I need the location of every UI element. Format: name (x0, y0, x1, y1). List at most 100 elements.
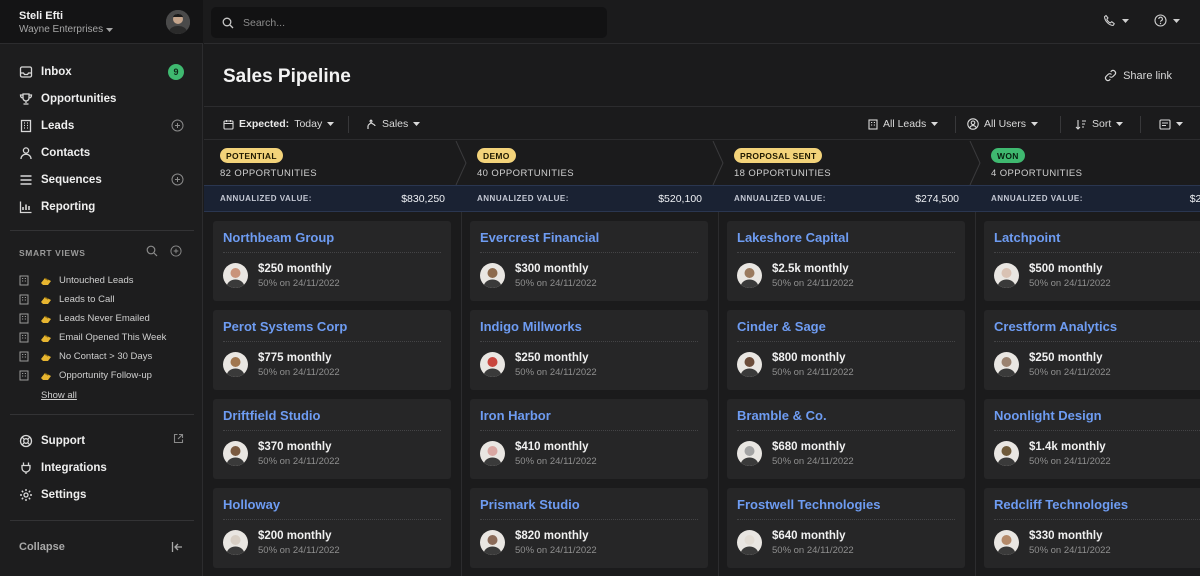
opportunity-card[interactable]: Driftfield Studio $370 monthly 50% on 24/1… (213, 399, 451, 479)
opportunity-company-name[interactable]: Holloway (223, 497, 280, 512)
show-all-smart-views-link[interactable]: Show all (41, 390, 77, 401)
opportunity-card[interactable]: Noonlight Design $1.4k monthly 50% on 24/1… (984, 399, 1200, 479)
opportunity-card[interactable]: Cinder & Sage $800 monthly 50% on 24/11/20… (727, 310, 965, 390)
opportunity-company-name[interactable]: Indigo Millworks (480, 319, 582, 334)
opportunity-card[interactable]: Perot Systems Corp $775 monthly 50% on 24/… (213, 310, 451, 390)
opportunity-company-name[interactable]: Noonlight Design (994, 408, 1102, 423)
global-search[interactable] (211, 7, 607, 38)
expected-date-filter[interactable]: Expected: Today (223, 108, 335, 140)
smart-view-label: No Contact > 30 Days (59, 351, 153, 362)
add-smart-view-icon[interactable] (170, 245, 182, 257)
share-link-button[interactable]: Share link (1104, 69, 1172, 82)
nav-reporting-label: Reporting (41, 200, 96, 213)
phone-menu-button[interactable] (1103, 14, 1129, 27)
opportunity-card[interactable]: Bramble & Co. $680 monthly 50% on 24/11/20… (727, 399, 965, 479)
opportunity-company-name[interactable]: Latchpoint (994, 230, 1060, 245)
filter-separator (1140, 116, 1141, 133)
collapse-arrow-icon[interactable] (171, 541, 183, 553)
pipeline-column: WON 4 OPPORTUNITIES ANNUALIZED VALUE: $29,7… (975, 141, 1200, 576)
smart-view-item[interactable]: Email Opened This Week (19, 328, 166, 347)
caret-down-icon (327, 122, 335, 126)
search-input[interactable] (243, 16, 583, 29)
card-divider (480, 252, 698, 253)
opportunity-company-name[interactable]: Cinder & Sage (737, 319, 826, 334)
list-icon (20, 174, 32, 185)
opportunity-company-name[interactable]: Northbeam Group (223, 230, 334, 245)
card-divider (223, 341, 441, 342)
column-separator (461, 212, 462, 576)
view-options-button[interactable] (1159, 108, 1183, 140)
pipeline-filter[interactable]: Sales (366, 108, 421, 140)
add-sequence-icon[interactable] (171, 173, 184, 186)
card-divider (223, 430, 441, 431)
opportunity-card[interactable]: Evercrest Financial $300 monthly 50% on 24… (470, 221, 708, 301)
smart-view-item[interactable]: Opportunity Follow-up (19, 366, 152, 385)
avatar (223, 530, 248, 555)
opportunity-card[interactable]: Latchpoint $500 monthly 50% on 24/11/2022 (984, 221, 1200, 301)
stage-badge: POTENTIAL (220, 148, 283, 163)
nav-leads[interactable]: Leads (0, 112, 203, 139)
sidebar: Steli Efti Wayne Enterprises Inbox 9 Opp… (0, 0, 203, 576)
caret-down-icon (106, 27, 114, 32)
user-name: Steli Efti (19, 10, 64, 22)
opportunity-company-name[interactable]: Redcliff Technologies (994, 497, 1128, 512)
users-filter[interactable]: All Users (967, 108, 1039, 140)
support-icon (19, 434, 33, 447)
nav-inbox[interactable]: Inbox 9 (0, 58, 203, 85)
help-menu-button[interactable] (1154, 14, 1180, 27)
search-icon[interactable] (146, 245, 158, 257)
gear-icon (20, 488, 32, 501)
leads-filter-value: All Leads (883, 118, 927, 130)
opportunity-company-name[interactable]: Lakeshore Capital (737, 230, 849, 245)
avatar (480, 530, 505, 555)
smart-view-label: Email Opened This Week (59, 332, 167, 343)
caret-down-icon (413, 122, 421, 126)
opportunity-card[interactable]: Redcliff Technologies $330 monthly 50% on … (984, 488, 1200, 568)
opportunity-card[interactable]: Indigo Millworks $250 monthly 50% on 24/11… (470, 310, 708, 390)
opportunity-card[interactable]: Prismark Studio $820 monthly 50% on 24/11/… (470, 488, 708, 568)
opportunity-card[interactable]: Crestform Analytics $250 monthly 50% on 24… (984, 310, 1200, 390)
opportunity-value: $800 monthly (772, 352, 846, 364)
opportunity-company-name[interactable]: Iron Harbor (480, 408, 551, 423)
opportunity-company-name[interactable]: Driftfield Studio (223, 408, 321, 423)
nav-opportunities[interactable]: Opportunities (0, 85, 203, 112)
opportunity-value: $410 monthly (515, 441, 589, 453)
inbox-icon (19, 65, 33, 78)
smart-view-item[interactable]: No Contact > 30 Days (19, 347, 152, 366)
nav-contacts[interactable]: Contacts (0, 139, 203, 166)
nav-integrations[interactable]: Integrations (0, 454, 203, 481)
opportunity-card[interactable]: Holloway $200 monthly 50% on 24/11/2022 (213, 488, 451, 568)
opportunity-company-name[interactable]: Evercrest Financial (480, 230, 599, 245)
smart-view-item[interactable]: Untouched Leads (19, 271, 133, 290)
opportunity-company-name[interactable]: Crestform Analytics (994, 319, 1117, 334)
opportunity-company-name[interactable]: Prismark Studio (480, 497, 580, 512)
stage-badge: DEMO (477, 148, 516, 163)
nav-settings[interactable]: Settings (0, 481, 203, 508)
collapse-sidebar-button[interactable]: Collapse (19, 541, 65, 553)
nav-support[interactable]: Support (0, 427, 203, 454)
opportunity-card[interactable]: Lakeshore Capital $2.5k monthly 50% on 24/… (727, 221, 965, 301)
account-switcher[interactable]: Steli Efti Wayne Enterprises (0, 0, 203, 44)
sort-icon (1075, 119, 1086, 130)
opportunity-card[interactable]: Frostwell Technologies $640 monthly 50% on… (727, 488, 965, 568)
opportunity-card[interactable]: Northbeam Group $250 monthly 50% on 24/11/… (213, 221, 451, 301)
nav-reporting[interactable]: Reporting (0, 193, 203, 220)
user-avatar[interactable] (166, 10, 190, 34)
sort-button[interactable]: Sort (1075, 108, 1124, 140)
add-lead-icon[interactable] (171, 119, 184, 132)
org-name: Wayne Enterprises (19, 24, 104, 35)
card-divider (737, 519, 955, 520)
opportunity-company-name[interactable]: Frostwell Technologies (737, 497, 881, 512)
pipeline-icon (367, 118, 376, 129)
opportunity-company-name[interactable]: Perot Systems Corp (223, 319, 347, 334)
link-icon (1105, 69, 1117, 82)
org-selector[interactable]: Wayne Enterprises (19, 24, 114, 35)
opportunity-card[interactable]: Iron Harbor $410 monthly 50% on 24/11/2022 (470, 399, 708, 479)
help-icon (1154, 14, 1167, 27)
caret-down-icon (1173, 18, 1180, 23)
opportunity-company-name[interactable]: Bramble & Co. (737, 408, 827, 423)
nav-sequences[interactable]: Sequences (0, 166, 203, 193)
leads-filter[interactable]: All Leads (868, 108, 939, 140)
smart-view-item[interactable]: Leads Never Emailed (19, 309, 150, 328)
smart-view-item[interactable]: Leads to Call (19, 290, 114, 309)
